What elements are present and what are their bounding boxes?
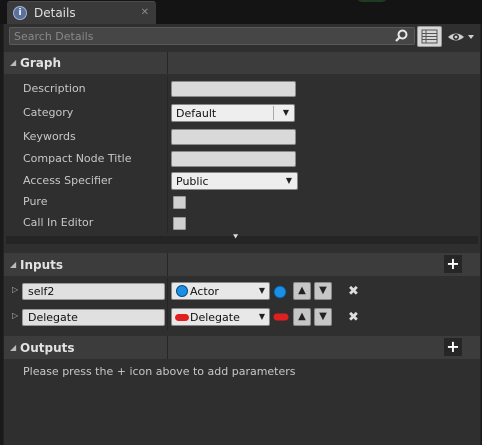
details-panel: ◢ Graph Description Category Default ▼ K… — [3, 24, 481, 445]
search-row — [4, 24, 480, 50]
search-input[interactable] — [14, 29, 384, 43]
access-specifier-value: Public — [176, 175, 209, 188]
section-title-graph: Graph — [20, 56, 61, 70]
category-label: Category — [23, 106, 74, 119]
chevron-down-icon: ▼ — [258, 286, 265, 295]
collapse-arrow-icon[interactable]: ◢ — [10, 260, 16, 269]
call-in-editor-checkbox[interactable] — [173, 217, 186, 230]
search-box[interactable] — [9, 27, 415, 45]
input-row-delegate: ▷ Delegate Delegate ▼ ▲ ▼ ✖ — [4, 306, 480, 330]
dropdown-separator — [273, 106, 274, 120]
row-category: Category Default ▼ — [4, 102, 480, 124]
param-type-dropdown[interactable]: Delegate ▼ — [171, 308, 270, 326]
row-compact-node-title: Compact Node Title — [4, 148, 480, 170]
graph-section-header[interactable]: ◢ Graph — [4, 52, 480, 74]
outputs-section-header[interactable]: ◢ Outputs + — [4, 336, 480, 359]
pure-checkbox[interactable] — [173, 196, 186, 209]
input-row-self2: ▷ self2 Actor ▼ ▲ ▼ ✖ — [4, 280, 480, 304]
expand-arrow-icon[interactable]: ▷ — [12, 285, 18, 294]
tab-bar: i Details ✕ — [0, 0, 482, 25]
row-access-specifier: Access Specifier Public ▼ — [4, 170, 480, 192]
chevron-down-icon: ▼ — [258, 312, 265, 321]
remove-param-icon[interactable]: ✖ — [348, 284, 359, 299]
category-dropdown[interactable]: Default ▼ — [171, 104, 295, 122]
tab-details[interactable]: i Details ✕ — [7, 1, 156, 25]
category-value: Default — [176, 107, 217, 120]
remove-param-icon[interactable]: ✖ — [348, 310, 359, 325]
param-name-field[interactable]: self2 — [22, 283, 165, 300]
pin-circle-icon — [176, 285, 188, 297]
advanced-expander[interactable]: ⯆ — [6, 233, 478, 244]
view-options-button[interactable] — [446, 29, 476, 45]
keywords-field[interactable] — [171, 129, 296, 145]
move-up-button[interactable]: ▲ — [293, 282, 311, 300]
list-view-icon — [421, 29, 438, 44]
column-divider — [167, 52, 168, 74]
column-divider — [167, 336, 168, 359]
description-field[interactable] — [171, 81, 296, 97]
info-icon: i — [13, 6, 27, 20]
param-type-value: Delegate — [190, 311, 240, 324]
keywords-label: Keywords — [23, 130, 76, 143]
search-icon[interactable] — [395, 29, 408, 42]
pin-pill-icon — [175, 314, 189, 321]
compact-node-title-field[interactable] — [171, 151, 296, 167]
row-keywords: Keywords — [4, 126, 480, 148]
add-input-button[interactable]: + — [444, 255, 462, 273]
move-up-button[interactable]: ▲ — [293, 308, 311, 326]
close-icon[interactable]: ✕ — [141, 7, 149, 18]
property-matrix-button[interactable] — [417, 26, 442, 47]
collapse-arrow-icon[interactable]: ◢ — [10, 58, 16, 67]
access-specifier-dropdown[interactable]: Public ▼ — [171, 172, 298, 190]
access-specifier-label: Access Specifier — [23, 174, 113, 187]
section-title-inputs: Inputs — [20, 258, 64, 272]
row-description: Description — [4, 78, 480, 100]
move-down-button[interactable]: ▼ — [314, 282, 332, 300]
inputs-section-header[interactable]: ◢ Inputs + — [4, 253, 480, 276]
pin-type-icon[interactable] — [273, 313, 289, 322]
call-in-editor-label: Call In Editor — [23, 216, 94, 229]
pure-label: Pure — [23, 195, 48, 208]
row-pure: Pure — [4, 191, 480, 213]
description-label: Description — [23, 82, 86, 95]
expand-down-icon: ⯆ — [232, 233, 240, 243]
param-type-dropdown[interactable]: Actor ▼ — [171, 282, 270, 300]
add-output-button[interactable]: + — [444, 338, 462, 356]
background-glow — [355, 0, 389, 2]
tab-title: Details — [34, 6, 76, 20]
collapse-arrow-icon[interactable]: ◢ — [10, 343, 16, 352]
move-down-button[interactable]: ▼ — [314, 308, 332, 326]
outputs-hint: Please press the + icon above to add par… — [23, 365, 296, 378]
eye-icon — [448, 33, 474, 41]
column-divider — [167, 253, 168, 276]
expand-arrow-icon[interactable]: ▷ — [12, 311, 18, 320]
param-name-field[interactable]: Delegate — [22, 309, 165, 326]
row-call-in-editor: Call In Editor — [4, 212, 480, 234]
section-title-outputs: Outputs — [20, 341, 75, 355]
chevron-down-icon: ▼ — [282, 108, 289, 117]
chevron-down-icon: ▼ — [285, 176, 292, 185]
compact-node-title-label: Compact Node Title — [23, 152, 132, 165]
pin-type-icon[interactable] — [273, 285, 287, 299]
param-type-value: Actor — [190, 285, 219, 298]
